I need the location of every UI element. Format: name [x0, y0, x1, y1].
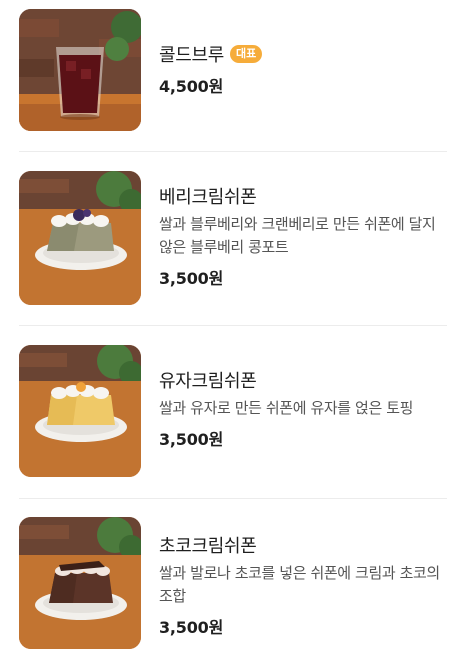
- menu-list: 콜드브루 대표 4,500원 베리크림쉬폰 쌀과 블루베리와 크랜베리로 만든 …: [0, 0, 466, 657]
- berry-chiffon-photo[interactable]: [19, 171, 141, 305]
- signature-badge: 대표: [230, 45, 263, 63]
- choco-chiffon-info: 초코크림쉬폰 쌀과 발로나 초코를 넣은 쉬폰에 크림과 초코의 조합 3,50…: [159, 532, 454, 638]
- item-name: 유자크림쉬폰: [159, 371, 257, 392]
- menu-item-coldbrew[interactable]: 콜드브루 대표 4,500원: [0, 0, 466, 150]
- item-description: 쌀과 유자로 만든 쉬폰에 유자를 얹은 토핑: [159, 399, 414, 417]
- menu-item-yuzu-chiffon[interactable]: 유자크림쉬폰 쌀과 유자로 만든 쉬폰에 유자를 얹은 토핑 3,500원: [0, 336, 466, 496]
- yuzu-chiffon-name-row: 유자크림쉬폰: [159, 367, 454, 393]
- divider: [19, 151, 447, 152]
- coldbrew-name-row: 콜드브루 대표: [159, 41, 454, 67]
- yuzu-chiffon-image: [19, 345, 141, 477]
- item-name: 베리크림쉬폰: [159, 187, 257, 208]
- choco-chiffon-name-row: 초코크림쉬폰: [159, 532, 454, 558]
- choco-chiffon-image: [19, 517, 141, 649]
- divider: [19, 498, 447, 499]
- berry-chiffon-name-row: 베리크림쉬폰: [159, 183, 454, 209]
- yuzu-chiffon-photo[interactable]: [19, 345, 141, 477]
- divider: [19, 325, 447, 326]
- yuzu-chiffon-info: 유자크림쉬폰 쌀과 유자로 만든 쉬폰에 유자를 얹은 토핑 3,500원: [159, 367, 454, 450]
- choco-chiffon-photo[interactable]: [19, 517, 141, 649]
- menu-item-choco-chiffon[interactable]: 초코크림쉬폰 쌀과 발로나 초코를 넣은 쉬폰에 크림과 초코의 조합 3,50…: [0, 508, 466, 657]
- item-name: 콜드브루: [159, 45, 225, 66]
- berry-chiffon-info: 베리크림쉬폰 쌀과 블루베리와 크랜베리로 만든 쉬폰에 달지 않은 블루베리 …: [159, 183, 454, 289]
- iced-coldbrew-image: [19, 9, 141, 131]
- coldbrew-info: 콜드브루 대표 4,500원: [159, 41, 454, 97]
- item-price: 3,500원: [159, 618, 224, 637]
- item-price: 3,500원: [159, 430, 224, 449]
- item-price: 4,500원: [159, 77, 224, 96]
- menu-item-berry-chiffon[interactable]: 베리크림쉬폰 쌀과 블루베리와 크랜베리로 만든 쉬폰에 달지 않은 블루베리 …: [0, 160, 466, 325]
- coldbrew-photo[interactable]: [19, 9, 141, 131]
- item-price: 3,500원: [159, 269, 224, 288]
- item-description: 쌀과 블루베리와 크랜베리로 만든 쉬폰에 달지 않은 블루베리 콩포트: [159, 215, 436, 256]
- item-description: 쌀과 발로나 초코를 넣은 쉬폰에 크림과 초코의 조합: [159, 564, 440, 605]
- item-name: 초코크림쉬폰: [159, 536, 257, 557]
- berry-chiffon-image: [19, 171, 141, 305]
